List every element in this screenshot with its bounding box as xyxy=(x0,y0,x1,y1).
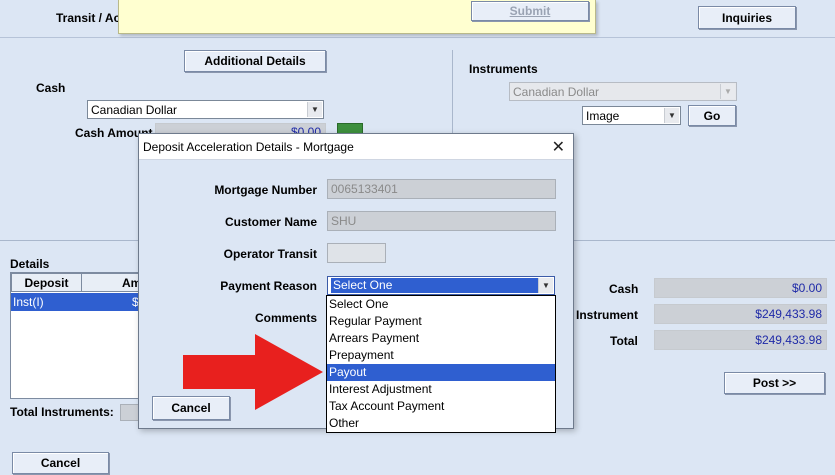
dialog-titlebar: Deposit Acceleration Details - Mortgage xyxy=(139,134,573,160)
chevron-down-icon: ▼ xyxy=(307,102,322,117)
red-arrow-annotation xyxy=(183,334,323,410)
option-select-one[interactable]: Select One xyxy=(327,296,555,313)
arrow-shape xyxy=(183,334,323,410)
total-instruments-label: Total Instruments: xyxy=(10,405,114,419)
payment-reason-select[interactable]: Select One ▼ xyxy=(327,276,555,295)
comments-label: Comments xyxy=(254,311,317,325)
go-label: Go xyxy=(703,108,721,123)
cash-currency-select[interactable]: Canadian Dollar ▼ xyxy=(87,100,324,119)
mortgage-number-field: 0065133401 xyxy=(327,179,556,199)
instruments-currency-value: Canadian Dollar xyxy=(513,84,600,99)
post-label: Post >> xyxy=(752,376,797,390)
details-section-label: Details xyxy=(10,257,50,271)
deposit-column-header[interactable]: Deposit xyxy=(11,273,82,292)
totals-total-label: Total xyxy=(610,334,638,348)
additional-details-label: Additional Details xyxy=(204,54,306,68)
payment-reason-options: Select One Regular Payment Arrears Payme… xyxy=(326,295,556,433)
totals-instrument-label: Instrument xyxy=(576,308,639,322)
mortgage-number-label: Mortgage Number xyxy=(214,183,317,197)
table-row[interactable]: Inst(I) $ xyxy=(11,293,159,311)
payment-reason-selected: Select One xyxy=(331,278,538,293)
inquiries-button[interactable]: Inquiries xyxy=(698,6,796,29)
submit-button[interactable]: Submit xyxy=(471,1,589,21)
instruments-currency-select: Canadian Dollar ▼ xyxy=(509,82,737,101)
option-other[interactable]: Other xyxy=(327,415,555,432)
additional-details-button[interactable]: Additional Details xyxy=(184,50,326,72)
operator-transit-label: Operator Transit xyxy=(223,247,317,261)
amount-cell: $ xyxy=(132,295,139,309)
cancel-button[interactable]: Cancel xyxy=(12,452,109,474)
instrument-type-value: Image xyxy=(586,108,620,123)
totals-cash-value: $0.00 xyxy=(654,278,827,298)
option-regular-payment[interactable]: Regular Payment xyxy=(327,313,555,330)
option-arrears-payment[interactable]: Arrears Payment xyxy=(327,330,555,347)
payment-reason-label: Payment Reason xyxy=(220,279,317,293)
chevron-down-icon: ▼ xyxy=(664,108,679,123)
instrument-type-select[interactable]: Image ▼ xyxy=(582,106,681,125)
instruments-section-label: Instruments xyxy=(469,62,538,76)
totals-total-value: $249,433.98 xyxy=(654,330,827,350)
option-prepayment[interactable]: Prepayment xyxy=(327,347,555,364)
chevron-down-icon: ▼ xyxy=(720,84,735,99)
chevron-down-icon: ▼ xyxy=(538,278,553,293)
cash-section-label: Cash xyxy=(36,81,66,95)
go-button[interactable]: Go xyxy=(688,105,736,126)
close-icon[interactable]: ✕ xyxy=(552,137,565,157)
option-payout[interactable]: Payout xyxy=(327,364,555,381)
cash-currency-value: Canadian Dollar xyxy=(91,102,178,117)
deposit-cell: Inst(I) xyxy=(13,295,44,309)
cancel-label: Cancel xyxy=(40,456,81,470)
totals-cash-label: Cash xyxy=(609,282,639,296)
customer-name-field: SHU xyxy=(327,211,556,231)
option-interest-adjustment[interactable]: Interest Adjustment xyxy=(327,381,555,398)
inquiries-label: Inquiries xyxy=(721,10,772,25)
operator-transit-field[interactable] xyxy=(327,243,386,263)
post-button[interactable]: Post >> xyxy=(724,372,825,394)
totals-instrument-value: $249,433.98 xyxy=(654,304,827,324)
option-tax-account-payment[interactable]: Tax Account Payment xyxy=(327,398,555,415)
customer-name-label: Customer Name xyxy=(224,215,317,229)
transit-label: Transit / Ac xyxy=(56,11,121,25)
dialog-title: Deposit Acceleration Details - Mortgage xyxy=(143,139,354,154)
